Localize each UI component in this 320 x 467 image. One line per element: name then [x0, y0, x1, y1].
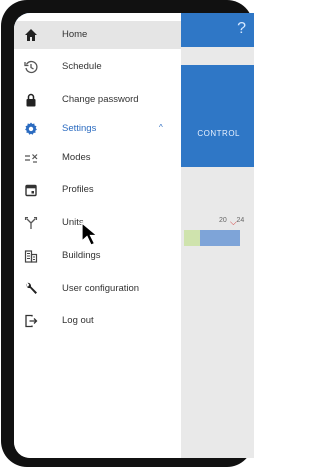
mouse-cursor-icon	[81, 222, 99, 246]
history-icon	[23, 59, 39, 75]
phone-frame: ? CONTROL 20 24 ⌵ Home Schedule Change p…	[1, 0, 254, 467]
menu-item-user-configuration[interactable]: User configuration	[14, 275, 181, 303]
menu-item-settings[interactable]: Settings ^	[14, 115, 181, 143]
fork-icon	[23, 215, 39, 231]
lock-icon	[23, 92, 39, 108]
menu-item-label: Home	[62, 29, 88, 40]
chevron-up-icon[interactable]: ^	[159, 123, 163, 132]
logout-icon	[23, 313, 39, 329]
menu-item-label: Log out	[62, 315, 94, 326]
menu-item-modes[interactable]: Modes	[14, 144, 181, 172]
menu-item-label: Buildings	[62, 250, 101, 261]
control-card-label: CONTROL	[197, 129, 240, 138]
menu-item-label: Schedule	[62, 61, 102, 72]
menu-item-log-out[interactable]: Log out	[14, 307, 181, 335]
building-icon	[23, 248, 39, 264]
menu-item-label: Profiles	[62, 184, 94, 195]
calendar-icon	[23, 182, 39, 198]
home-icon	[23, 27, 39, 43]
slider-segment-blue[interactable]	[200, 230, 240, 246]
wrench-icon	[23, 281, 39, 297]
menu-item-profiles[interactable]: Profiles	[14, 176, 181, 204]
menu-item-home[interactable]: Home	[14, 21, 181, 49]
slider-segment-green[interactable]	[184, 230, 200, 246]
menu-item-label: Settings	[62, 123, 97, 134]
modes-icon	[23, 150, 39, 166]
gear-icon	[23, 121, 39, 137]
menu-item-change-password[interactable]: Change password	[14, 86, 181, 114]
screen: ? CONTROL 20 24 ⌵ Home Schedule Change p…	[14, 13, 254, 458]
chevron-down-icon: ⌵	[230, 217, 237, 227]
menu-item-label: Modes	[62, 152, 91, 163]
menu-item-label: Change password	[62, 94, 139, 105]
menu-item-schedule[interactable]: Schedule	[14, 53, 181, 81]
menu-item-label: User configuration	[62, 283, 140, 294]
help-icon[interactable]: ?	[237, 20, 246, 38]
